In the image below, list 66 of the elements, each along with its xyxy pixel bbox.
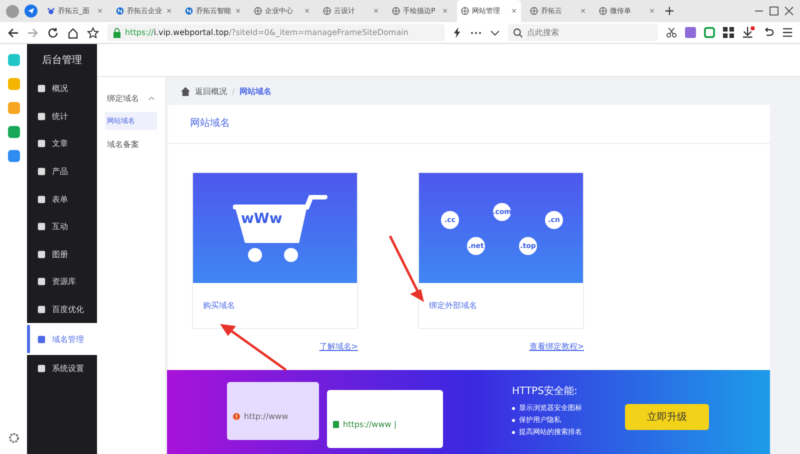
address-field[interactable]: https://i.vip.webportal.top/?siteId=0&_item=manageFrameSiteDomain: [107, 24, 445, 41]
sidebar-item[interactable]: 系统设置: [27, 354, 97, 383]
more-icon[interactable]: [470, 30, 482, 34]
cart-label: wWw: [241, 211, 282, 227]
globe-icon: [461, 7, 469, 15]
site-logo-icon: [185, 7, 193, 15]
search-field[interactable]: 点此搜索: [508, 24, 658, 41]
banner-title: HTTPS安全能:: [512, 384, 578, 398]
lock-icon: [333, 420, 339, 428]
star-icon[interactable]: [87, 26, 99, 38]
star-app-icon[interactable]: [8, 78, 20, 90]
card-title: 绑定外部域名: [428, 300, 478, 312]
globe-icon: [530, 7, 538, 15]
annotation-arrow: [220, 324, 287, 372]
globe-icon: [323, 7, 331, 15]
card-title: 购买域名: [202, 300, 236, 312]
lock-icon: [113, 28, 121, 38]
maximize-icon[interactable]: [769, 6, 779, 16]
scissors-icon[interactable]: [666, 27, 677, 38]
paw-icon: [47, 7, 55, 15]
sidebar-item[interactable]: 资源库: [27, 268, 97, 296]
sidebar-item[interactable]: 百度优化: [27, 296, 97, 324]
option-card[interactable]: wWw 购买域名: [192, 172, 358, 329]
upgrade-button[interactable]: 立即升级: [625, 404, 709, 430]
help-link[interactable]: 查看绑定教程>: [529, 341, 584, 352]
home-icon[interactable]: [181, 86, 190, 96]
sidebar-item[interactable]: 统计: [27, 102, 97, 130]
browser-window-drawing: http://www: [227, 382, 319, 440]
globe-icon: [392, 7, 400, 15]
submenu-item[interactable]: 域名备案: [97, 133, 165, 156]
lightning-icon[interactable]: [453, 27, 462, 38]
sidebar-item[interactable]: 产品: [27, 158, 97, 186]
sidebar-item[interactable]: 图册: [27, 240, 97, 268]
browser-window-drawing: https://www |: [327, 390, 443, 448]
document-app-icon[interactable]: [8, 150, 20, 162]
back-icon[interactable]: [7, 26, 19, 38]
close-icon[interactable]: [784, 6, 794, 16]
bullet-icon: [512, 406, 515, 410]
help-link[interactable]: 了解域名>: [319, 341, 358, 352]
sidebar-title: 后台管理: [27, 44, 97, 76]
breadcrumb-link[interactable]: 返回概况: [195, 86, 227, 96]
sidebar-item[interactable]: 概况: [27, 75, 97, 103]
globe-icon: [599, 7, 607, 15]
reload-icon[interactable]: [47, 26, 59, 38]
mail-app-icon[interactable]: [8, 126, 20, 138]
chevron-down-icon[interactable]: [490, 30, 500, 36]
panel-title: 网站域名: [168, 105, 770, 144]
download-icon[interactable]: [742, 26, 755, 39]
breadcrumb-separator: /: [232, 86, 235, 96]
home-icon[interactable]: [67, 26, 79, 38]
caret-icon: [148, 96, 155, 100]
submenu-group[interactable]: 绑定域名: [97, 87, 165, 109]
apps-icon[interactable]: [723, 27, 734, 38]
sidebar-item[interactable]: 互动: [27, 212, 97, 241]
sidebar-item[interactable]: 表单: [27, 185, 97, 213]
bullet-icon: [512, 430, 515, 434]
site-logo-icon: [116, 7, 124, 15]
undo-icon[interactable]: [763, 27, 774, 38]
bullet-icon: [512, 418, 515, 422]
settings-icon[interactable]: [8, 432, 20, 444]
sidebar-item[interactable]: 文章: [27, 130, 97, 158]
globe-icon: [254, 7, 262, 15]
annotation-arrow: [388, 235, 424, 302]
new-tab-button[interactable]: +: [664, 4, 675, 18]
breadcrumb-current: 网站域名: [240, 86, 272, 96]
warning-icon: [233, 412, 240, 420]
